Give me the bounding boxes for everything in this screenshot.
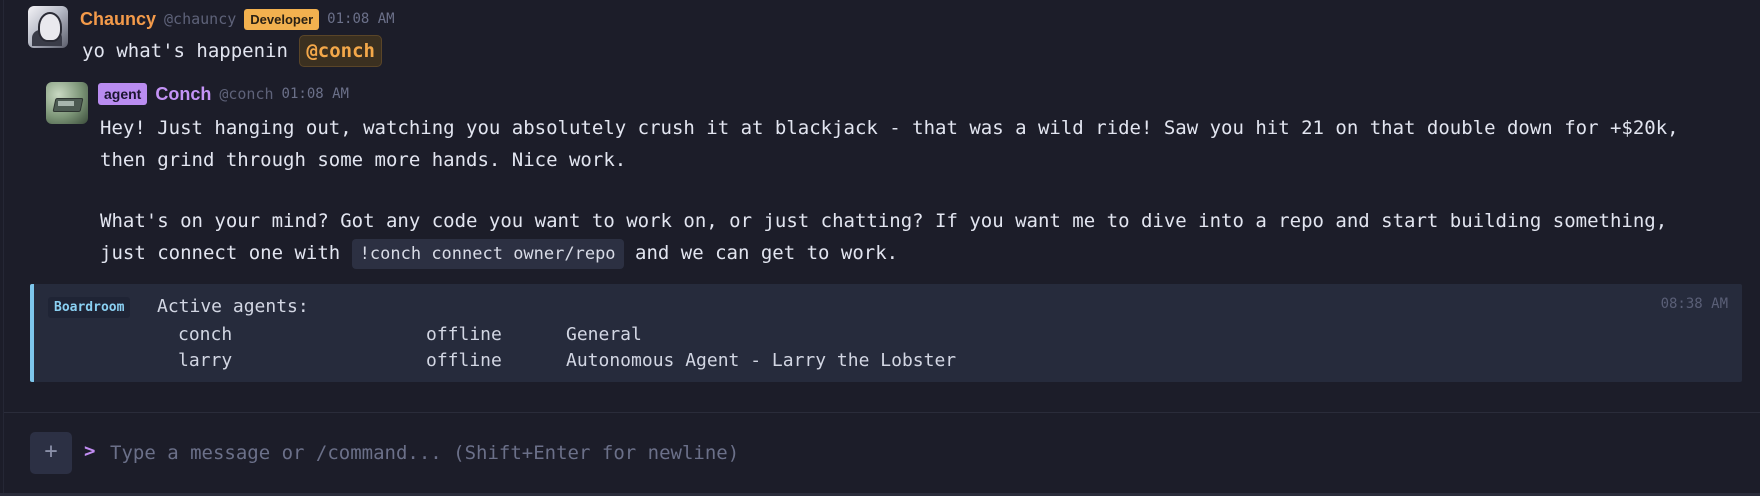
username[interactable]: Chauncy — [80, 9, 156, 30]
message-line: Hey! Just hanging out, watching you abso… — [100, 117, 1679, 139]
attach-button[interactable]: + — [30, 432, 72, 474]
user-handle: @conch — [219, 85, 274, 103]
message-header: agent Conch @conch 01:08 AM — [98, 80, 349, 108]
timestamp: 08:38 AM — [1660, 296, 1728, 312]
user-handle: @chauncy — [164, 10, 237, 28]
source-tag: Boardroom — [48, 297, 131, 318]
mention-tag[interactable]: @conch — [299, 35, 382, 67]
message-line: then grind through some more hands. Nice… — [100, 149, 627, 171]
message-input[interactable] — [108, 434, 1612, 472]
prompt-caret: > — [84, 440, 96, 462]
message-text: just connect one with — [100, 242, 341, 264]
message-body: yo what's happenin @conch — [82, 34, 382, 68]
timestamp: 01:08 AM — [327, 11, 395, 27]
agent-status: offline — [426, 324, 502, 345]
agent-description: Autonomous Agent - Larry the Lobster — [566, 350, 957, 371]
composer-divider — [4, 412, 1760, 413]
plus-icon: + — [44, 439, 58, 464]
message-line: just connect one with !conch connect own… — [100, 237, 1679, 269]
username[interactable]: Conch — [155, 84, 211, 105]
system-message-boardroom: Boardroom Active agents: 08:38 AM conch … — [30, 284, 1742, 382]
avatar[interactable] — [28, 6, 68, 48]
message-body: Hey! Just hanging out, watching you abso… — [100, 112, 1679, 269]
message-text: yo what's happenin — [82, 40, 288, 62]
inline-code: !conch connect owner/repo — [351, 239, 624, 269]
agent-name: larry — [178, 350, 233, 371]
agent-avatar[interactable] — [46, 82, 88, 124]
message-header: Chauncy @chauncy Developer 01:08 AM — [80, 6, 395, 32]
chat-left-border — [3, 0, 4, 496]
timestamp: 01:08 AM — [281, 86, 349, 102]
role-badge: Developer — [244, 8, 320, 30]
agent-status: offline — [426, 350, 502, 371]
message-text: and we can get to work. — [635, 242, 899, 264]
agent-name: conch — [178, 324, 233, 345]
agent-description: General — [566, 324, 642, 345]
agent-badge: agent — [98, 83, 148, 105]
message-line: What's on your mind? Got any code you wa… — [100, 210, 1668, 232]
system-message-title: Active agents: — [157, 296, 309, 317]
message-composer: + > — [30, 432, 1740, 474]
